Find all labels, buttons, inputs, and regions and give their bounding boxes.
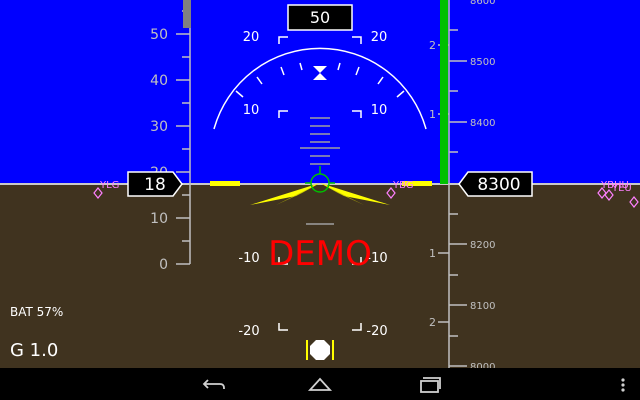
g-meter: G 1.0	[10, 340, 58, 361]
altitude-tick-label: 8100	[470, 301, 495, 312]
waypoint-label: YBG	[392, 180, 414, 191]
vsi-tick-label: 1	[429, 108, 436, 121]
waypoint-label: YEU	[611, 183, 632, 194]
altitude-tick-label: 8500	[470, 57, 495, 68]
pitch-label: 20	[371, 30, 388, 45]
efis-display: 50 40 30 20 10 0 18 8600 8500 8400 8200 …	[0, 0, 640, 400]
menu-overflow-icon[interactable]	[621, 378, 625, 392]
airspeed-band	[183, 0, 191, 28]
heading-value: 50	[310, 8, 330, 27]
pitch-label: -20	[366, 324, 387, 339]
altitude-value: 8300	[477, 175, 520, 195]
heading-readout: 50	[287, 4, 353, 31]
altitude-readout: 8300	[458, 171, 533, 197]
slip-ball-icon	[310, 340, 330, 360]
waypoint-label: YLG	[99, 180, 119, 191]
vsi-tick-label: 1	[429, 247, 436, 260]
vsi-tick-label: 2	[429, 39, 436, 52]
vertical-speed-bar	[440, 0, 448, 184]
altitude-tick-label: 8200	[470, 240, 495, 251]
airspeed-tick-label: 10	[150, 211, 168, 227]
altitude-tick-label: 8600	[470, 0, 495, 7]
airspeed-readout: 18	[127, 171, 183, 197]
airspeed-tick-label: 0	[159, 257, 168, 273]
vsi-tick-label: 2	[429, 316, 436, 329]
demo-watermark: DEMO	[268, 234, 372, 274]
airspeed-value: 18	[144, 175, 166, 195]
airspeed-tick-label: 50	[150, 27, 168, 43]
pitch-label: -10	[238, 251, 259, 266]
pitch-label: 10	[371, 103, 388, 118]
airspeed-tick-label: 40	[150, 73, 168, 89]
altitude-tick-label: 8400	[470, 118, 495, 129]
attitude-indicator: 50 40 30 20 10 0 18 8600 8500 8400 8200 …	[0, 0, 640, 400]
pitch-label: 10	[243, 103, 260, 118]
pitch-label: 20	[243, 30, 260, 45]
battery-status: BAT 57%	[10, 305, 63, 319]
pitch-label: -20	[238, 324, 259, 339]
airspeed-tick-label: 30	[150, 119, 168, 135]
navigation-bar	[0, 368, 640, 400]
